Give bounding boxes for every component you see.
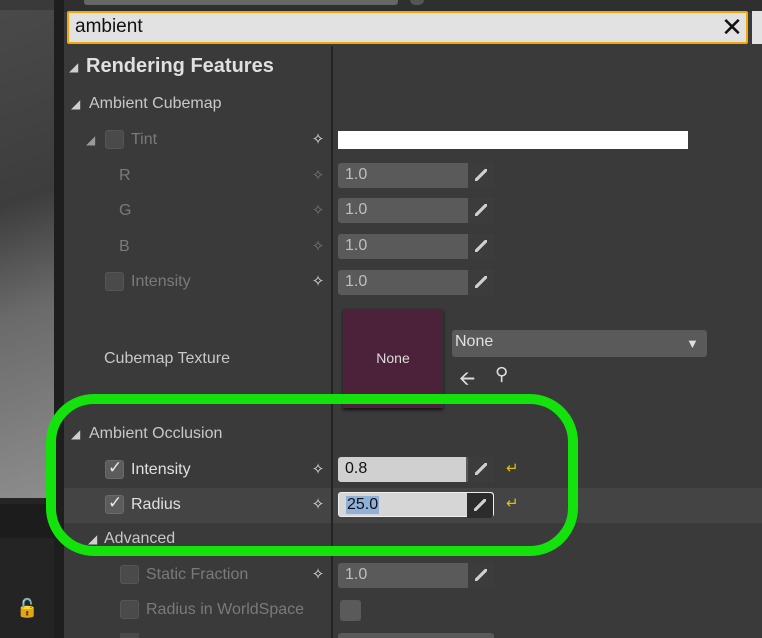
r-value-field[interactable]: 1.0 (338, 163, 494, 188)
tint-override-checkbox[interactable] (105, 130, 124, 149)
r-label: R (119, 167, 131, 184)
cubemap-intensity-label: Intensity (131, 273, 191, 290)
reset-to-default-icon[interactable]: ✧ (309, 131, 327, 149)
cubemap-asset-dropdown-value[interactable]: None (455, 333, 493, 351)
tint-label: Tint (131, 131, 158, 148)
static-fraction-label: Static Fraction (146, 566, 249, 583)
cubemap-intensity-override-checkbox[interactable] (105, 272, 124, 291)
spin-drag-icon[interactable] (468, 234, 494, 259)
reset-to-default-icon[interactable]: ✧ (309, 566, 327, 584)
chevron-down-icon[interactable]: ▼ (686, 336, 699, 351)
cubemap-texture-label: Cubemap Texture (104, 350, 230, 367)
static-fraction-field[interactable]: 1.0 (338, 563, 494, 588)
level-viewport[interactable] (0, 0, 54, 498)
reset-to-default-icon[interactable]: ✧ (309, 202, 327, 220)
reset-to-default-icon[interactable]: ✧ (309, 167, 327, 185)
spin-drag-icon[interactable] (468, 563, 494, 588)
use-selected-arrow-icon[interactable]: 🡨 (459, 364, 475, 398)
reset-to-default-icon[interactable]: ✧ (309, 273, 327, 291)
b-value-field[interactable]: 1.0 (338, 234, 494, 259)
cubemap-thumbnail-label: None (376, 350, 410, 366)
next-row-checkbox[interactable] (120, 633, 139, 638)
search-input[interactable] (67, 11, 748, 44)
b-label: B (119, 238, 130, 255)
search-input-edge (752, 11, 762, 44)
cubemap-intensity-field[interactable]: 1.0 (338, 270, 494, 295)
reset-to-default-icon[interactable]: ✧ (309, 238, 327, 256)
search-input-value[interactable]: ambient (75, 16, 143, 38)
highlight-ring (46, 394, 578, 556)
tint-color-swatch[interactable] (338, 131, 688, 149)
static-fraction-override-checkbox[interactable] (120, 565, 139, 584)
category-rendering-features[interactable]: Rendering Features (86, 55, 274, 78)
top-name-field[interactable] (84, 0, 398, 5)
magnifier-icon[interactable]: ⚲ (495, 364, 508, 385)
viewport-top-strip (0, 0, 54, 10)
lock-icon[interactable]: 🔓 (16, 598, 40, 622)
spin-drag-icon[interactable] (468, 270, 494, 295)
spin-drag-icon[interactable] (468, 198, 494, 223)
next-row-field[interactable] (338, 633, 494, 638)
group-ambient-cubemap[interactable]: Ambient Cubemap (89, 95, 222, 113)
spin-drag-icon[interactable] (468, 163, 494, 188)
radius-worldspace-label: Radius in WorldSpace (146, 601, 305, 618)
collapse-triangle-icon[interactable]: ◢ (71, 97, 80, 111)
g-label: G (119, 202, 132, 219)
close-icon[interactable]: ✕ (718, 12, 746, 42)
radius-worldspace-checkbox[interactable] (340, 600, 361, 621)
g-value-field[interactable]: 1.0 (338, 198, 494, 223)
expand-triangle-icon[interactable]: ◢ (86, 133, 95, 147)
collapse-triangle-icon[interactable]: ◢ (69, 60, 78, 74)
radius-worldspace-override-checkbox[interactable] (120, 600, 139, 619)
